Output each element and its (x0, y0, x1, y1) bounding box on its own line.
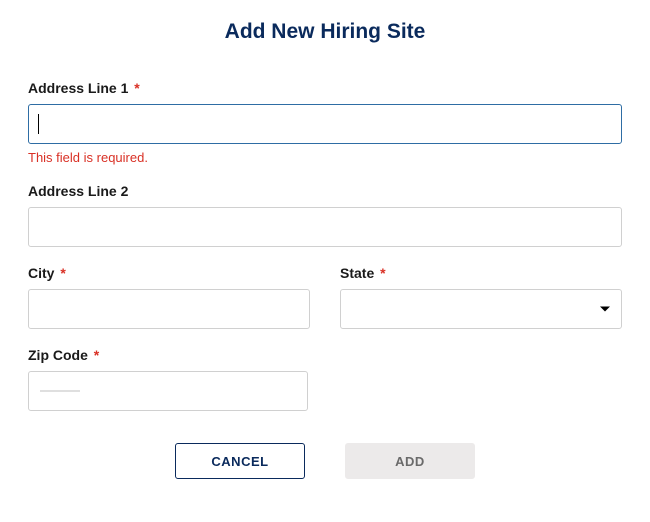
address-line-2-group: Address Line 2 (28, 183, 622, 247)
address-line-1-group: Address Line 1 * This field is required. (28, 80, 622, 165)
page-title: Add New Hiring Site (28, 20, 622, 44)
required-mark: * (134, 80, 139, 96)
required-mark: * (94, 347, 99, 363)
zip-code-label: Zip Code * (28, 347, 622, 363)
address-line-1-label: Address Line 1 * (28, 80, 622, 96)
zip-code-label-text: Zip Code (28, 347, 88, 363)
address-line-1-error: This field is required. (28, 150, 622, 165)
cancel-button[interactable]: CANCEL (175, 443, 305, 479)
button-row: CANCEL ADD (28, 443, 622, 479)
state-label: State * (340, 265, 622, 281)
address-line-2-label: Address Line 2 (28, 183, 622, 199)
add-button[interactable]: ADD (345, 443, 475, 479)
required-mark: * (380, 265, 385, 281)
address-line-2-input[interactable] (28, 207, 622, 247)
state-group: State * (340, 265, 622, 329)
zip-code-input[interactable] (28, 371, 308, 411)
required-mark: * (60, 265, 65, 281)
text-cursor (38, 114, 39, 134)
city-label: City * (28, 265, 310, 281)
state-select[interactable] (340, 289, 622, 329)
city-label-text: City (28, 265, 54, 281)
state-label-text: State (340, 265, 374, 281)
zip-code-group: Zip Code * (28, 347, 622, 411)
city-input[interactable] (28, 289, 310, 329)
city-group: City * (28, 265, 310, 329)
address-line-1-input[interactable] (28, 104, 622, 144)
address-line-1-label-text: Address Line 1 (28, 80, 128, 96)
